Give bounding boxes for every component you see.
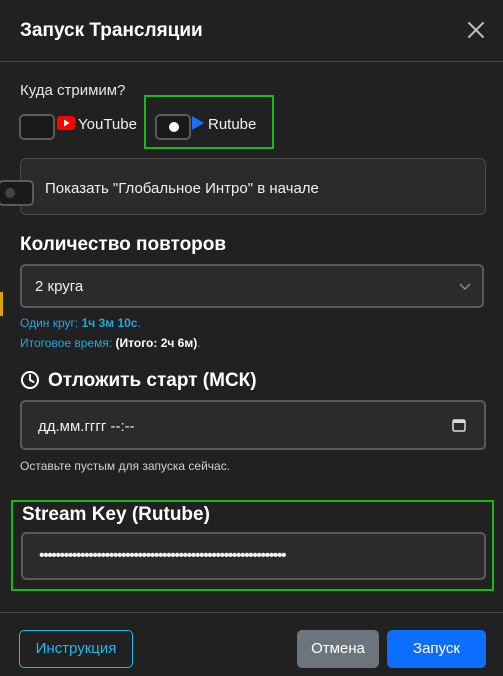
- rutube-highlight-box: [144, 95, 274, 149]
- stream-launch-modal: Запуск Трансляции Куда стримим? YouTube …: [0, 0, 503, 676]
- left-accent-bar: [0, 292, 3, 316]
- stream-key-masked-value: ••••••••••••••••••••••••••••••••••••••••…: [39, 547, 287, 564]
- start-button[interactable]: Запуск: [387, 630, 486, 668]
- youtube-icon: [57, 116, 75, 130]
- delay-hint: Оставьте пустым для запуска сейчас.: [20, 459, 231, 473]
- delay-title: Отложить старт (МСК): [48, 370, 257, 391]
- repeats-select[interactable]: 2 круга: [20, 264, 484, 308]
- intro-label: Показать "Глобальное Интро" в начале: [45, 180, 319, 197]
- calendar-icon[interactable]: [452, 418, 466, 432]
- close-button[interactable]: [466, 20, 486, 40]
- modal-title: Запуск Трансляции: [20, 20, 203, 41]
- youtube-toggle[interactable]: [19, 114, 55, 140]
- total-time-info: Итоговое время: (Итого: 2ч 6м).: [20, 336, 201, 350]
- close-icon: [468, 22, 484, 38]
- repeats-title: Количество повторов: [20, 234, 227, 255]
- intro-toggle[interactable]: [0, 180, 34, 206]
- repeats-selected-value: 2 круга: [35, 278, 84, 295]
- total-time-value: (Итого: 2ч 6м): [115, 336, 198, 350]
- one-round-info: Один круг: 1ч 3м 10с.: [20, 316, 141, 330]
- one-round-label: Один круг:: [20, 316, 79, 330]
- chevron-down-icon: [459, 283, 471, 291]
- clock-icon: [21, 371, 39, 389]
- total-time-label: Итоговое время:: [20, 336, 113, 350]
- delay-placeholder: дд.мм.гггг --:--: [38, 418, 135, 435]
- cancel-button[interactable]: Отмена: [297, 630, 379, 668]
- delay-datetime-input[interactable]: дд.мм.гггг --:--: [20, 400, 486, 450]
- modal-header: Запуск Трансляции: [0, 0, 503, 62]
- platforms-label: Куда стримим?: [20, 82, 126, 99]
- guide-button[interactable]: Инструкция: [19, 630, 133, 668]
- one-round-value: 1ч 3м 10с: [81, 316, 138, 330]
- stream-key-title: Stream Key (Rutube): [22, 504, 210, 525]
- youtube-label: YouTube: [78, 116, 137, 133]
- stream-key-input[interactable]: ••••••••••••••••••••••••••••••••••••••••…: [21, 532, 486, 580]
